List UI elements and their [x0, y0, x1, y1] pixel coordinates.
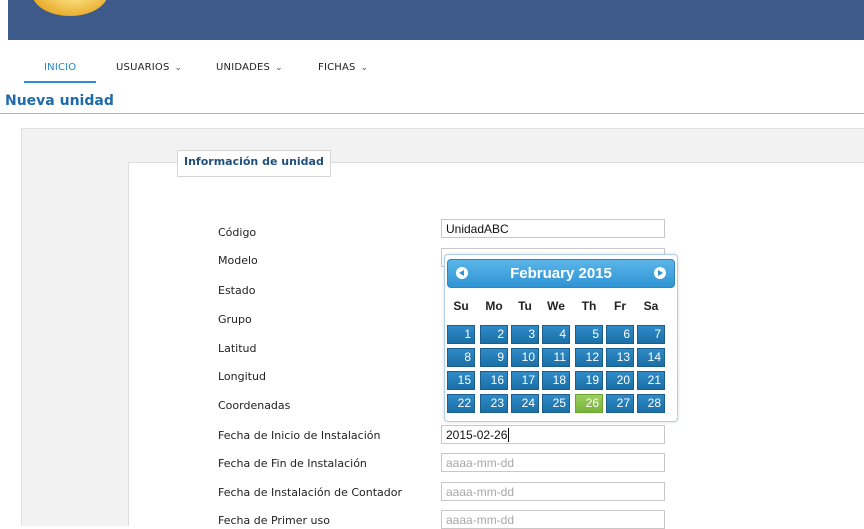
nav-item-fichas[interactable]: FICHAS ⌄: [318, 62, 368, 73]
chevron-down-icon: ⌄: [360, 63, 369, 73]
datepicker-day[interactable]: 25: [542, 394, 570, 413]
fecha-fin-instalacion-input[interactable]: [441, 453, 665, 472]
datepicker-day[interactable]: 16: [480, 371, 508, 390]
datepicker-day[interactable]: 13: [606, 348, 634, 367]
label-fecha-primer-uso: Fecha de Primer uso: [218, 514, 330, 527]
datepicker-day[interactable]: 11: [542, 348, 570, 367]
nav-item-label: FICHAS: [318, 62, 356, 73]
main-nav: INICIO USUARIOS ⌄ UNIDADES ⌄ FICHAS ⌄: [0, 40, 864, 83]
datepicker-day[interactable]: 6: [606, 325, 634, 344]
datepicker-day[interactable]: 28: [637, 394, 665, 413]
datepicker-day[interactable]: 23: [480, 394, 508, 413]
nav-item-unidades[interactable]: UNIDADES ⌄: [216, 62, 283, 73]
datepicker-day[interactable]: 10: [511, 348, 539, 367]
label-grupo: Grupo: [218, 313, 252, 326]
datepicker: February 2015 Su Mo Tu We Th Fr Sa 1 2 3 4 5 6 7 8 9 10…: [444, 254, 678, 422]
label-coordenadas: Coordenadas: [218, 399, 291, 412]
datepicker-day[interactable]: 21: [637, 371, 665, 390]
datepicker-day[interactable]: 27: [606, 394, 634, 413]
label-latitud: Latitud: [218, 342, 257, 355]
datepicker-day[interactable]: 2: [480, 325, 508, 344]
datepicker-day[interactable]: 7: [637, 325, 665, 344]
fieldset-border: [342, 162, 864, 163]
title-divider: [0, 113, 864, 114]
codigo-input[interactable]: [441, 219, 665, 238]
label-codigo: Código: [218, 226, 257, 239]
chevron-down-icon: ⌄: [275, 63, 283, 73]
label-modelo: Modelo: [218, 254, 258, 267]
weekday-header: Fr: [614, 299, 626, 313]
weekday-header: Tu: [518, 299, 532, 313]
label-fecha-instalacion-contador: Fecha de Instalación de Contador: [218, 486, 403, 499]
datepicker-day[interactable]: 1: [447, 325, 475, 344]
datepicker-day[interactable]: 3: [511, 325, 539, 344]
datepicker-day[interactable]: 20: [606, 371, 634, 390]
nav-item-usuarios[interactable]: USUARIOS ⌄: [116, 62, 182, 73]
datepicker-header: February 2015: [447, 259, 675, 288]
nav-item-label: USUARIOS: [116, 62, 170, 73]
fieldset-legend: Información de unidad: [177, 150, 331, 177]
text-cursor: [508, 428, 509, 442]
datepicker-day[interactable]: 4: [542, 325, 570, 344]
datepicker-day[interactable]: 18: [542, 371, 570, 390]
top-bar: [8, 0, 864, 40]
fecha-instalacion-contador-input[interactable]: [441, 482, 665, 501]
nav-item-label: UNIDADES: [216, 62, 271, 73]
chevron-down-icon: ⌄: [174, 63, 183, 73]
datepicker-day[interactable]: 14: [637, 348, 665, 367]
weekday-header: Su: [453, 299, 469, 313]
label-longitud: Longitud: [218, 370, 266, 383]
label-estado: Estado: [218, 284, 256, 297]
datepicker-day[interactable]: 24: [511, 394, 539, 413]
datepicker-day[interactable]: 15: [447, 371, 475, 390]
datepicker-day[interactable]: 9: [480, 348, 508, 367]
datepicker-day-selected[interactable]: 26: [575, 394, 603, 413]
nav-active-indicator: [24, 81, 96, 83]
label-fecha-fin-instalacion: Fecha de Fin de Instalación: [218, 457, 367, 470]
fecha-inicio-instalacion-input[interactable]: [441, 425, 665, 444]
weekday-header: Mo: [485, 299, 503, 313]
nav-item-label: INICIO: [44, 62, 77, 73]
datepicker-day[interactable]: 19: [575, 371, 603, 390]
datepicker-day[interactable]: 17: [511, 371, 539, 390]
page-title: Nueva unidad: [5, 93, 114, 109]
datepicker-day[interactable]: 12: [575, 348, 603, 367]
datepicker-day[interactable]: 22: [447, 394, 475, 413]
nav-item-inicio[interactable]: INICIO: [44, 62, 76, 73]
weekday-header: Th: [581, 299, 597, 313]
label-fecha-inicio-instalacion: Fecha de Inicio de Instalación: [218, 429, 381, 442]
fecha-primer-uso-input[interactable]: [441, 510, 665, 529]
circle-arrow-right-icon[interactable]: [654, 267, 666, 279]
weekday-header: We: [547, 299, 565, 313]
datepicker-day[interactable]: 5: [575, 325, 603, 344]
datepicker-title: February 2015: [510, 265, 612, 282]
weekday-header: Sa: [643, 299, 659, 313]
datepicker-day[interactable]: 8: [447, 348, 475, 367]
